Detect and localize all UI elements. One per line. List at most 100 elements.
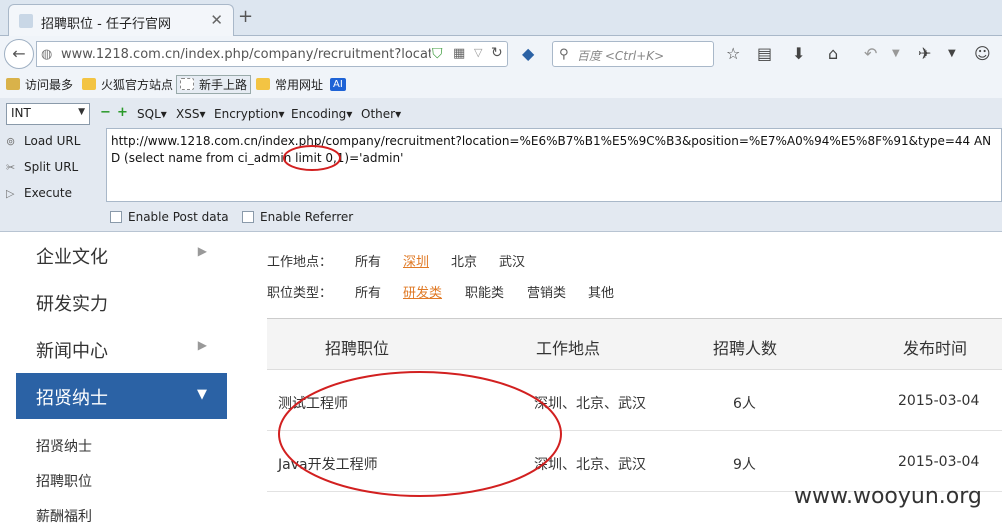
checkbox-label: Enable Referrer [260, 210, 354, 224]
sidebar-item-label: 研发实力 [36, 294, 108, 315]
column-header-position: 招聘职位 [325, 339, 390, 358]
shield-icon[interactable]: ⛉ [432, 46, 443, 62]
bookmark-most-visited[interactable]: 访问最多 [6, 76, 73, 93]
cell-position[interactable]: 测试工程师 [278, 393, 348, 413]
enable-post-checkbox[interactable]: Enable Post data [110, 210, 229, 224]
cell-location: 深圳、北京、武汉 [534, 396, 646, 412]
bookmark-getting-started[interactable]: 新手上路 [176, 75, 252, 94]
close-tab-icon[interactable]: ✕ [210, 11, 223, 29]
column-header-date: 发布时间 [903, 339, 968, 358]
chevron-right-icon: ▶ [197, 338, 207, 352]
type-select[interactable]: INT ▼ [6, 103, 90, 125]
bookmark-firefox-site[interactable]: 火狐官方站点 [82, 76, 173, 93]
folder-icon [256, 78, 270, 90]
bookmarks-bar: 访问最多 火狐官方站点 新手上路 常用网址 AI [0, 72, 1002, 98]
sidebar-item-label: 招贤纳士 [36, 388, 108, 409]
table-row[interactable]: 测试工程师 深圳、北京、武汉 6人 2015-03-04 [267, 371, 1002, 431]
filter-type-other[interactable]: 其他 [588, 282, 614, 301]
cell-count: 9人 [733, 457, 756, 473]
load-icon: ⊚ [6, 135, 16, 148]
home-icon[interactable]: ⌂ [828, 44, 838, 63]
menu-label: Other [361, 107, 396, 121]
undo-icon[interactable]: ↶ [864, 44, 877, 63]
filter-type-function[interactable]: 职能类 [465, 282, 504, 301]
sidebar-subitem-benefits[interactable]: 薪酬福利 [36, 506, 92, 524]
globe-icon: ◍ [41, 47, 53, 62]
bookmark-icon [6, 78, 20, 90]
sidebar-subitem-careers[interactable]: 招贤纳士 [36, 436, 92, 456]
search-placeholder: 百度 <Ctrl+K> [577, 49, 665, 63]
bookmark-label: 访问最多 [25, 78, 74, 92]
menu-label: XSS [176, 107, 200, 121]
reading-list-icon[interactable]: ▤ [757, 44, 772, 63]
sidebar-item-rnd[interactable]: 研发实力 [16, 279, 227, 325]
cell-date: 2015-03-04 [898, 454, 980, 470]
undo-dropdown-icon[interactable]: ▼ [892, 48, 900, 59]
menu-label: Encoding [291, 107, 347, 121]
filter-location-all[interactable]: 所有 [355, 251, 381, 270]
minus-icon[interactable]: − [100, 105, 111, 120]
new-tab-icon[interactable]: + [238, 6, 253, 27]
hackbar-toolbar: INT ▼ − + SQL▾ XSS▾ Encryption▾ Encoding… [0, 101, 1002, 125]
bookmark-common-sites[interactable]: 常用网址 [256, 76, 323, 93]
menu-other[interactable]: Other▾ [361, 107, 401, 121]
navigation-bar: ← ◍ www.1218.com.cn/index.php/company/re… [0, 36, 1002, 72]
web-page: 企业文化 ▶ 研发实力 新闻中心 ▶ 招贤纳士 ▼ 招贤纳士 招聘职位 薪酬福利… [0, 232, 1002, 524]
star-icon[interactable]: ☆ [726, 44, 740, 63]
chevron-right-icon: ▶ [197, 244, 207, 258]
play-icon: ▷ [6, 187, 15, 200]
filter-type-label: 职位类型： [267, 286, 333, 301]
bookmark-label: 常用网址 [275, 78, 324, 92]
sidebar-item-label: 新闻中心 [36, 341, 108, 362]
menu-label: Encryption [214, 107, 279, 121]
download-icon[interactable]: ⬇ [792, 44, 805, 63]
filter-type-rnd[interactable]: 研发类 [403, 282, 442, 301]
menu-sql[interactable]: SQL▾ [137, 107, 167, 121]
url-textarea[interactable]: http://www.1218.com.cn/index.php/company… [106, 128, 1002, 202]
chevron-down-icon: ▼ [78, 107, 85, 117]
checkbox-box [110, 211, 122, 223]
bookmark-label: 新手上路 [199, 78, 248, 92]
filter-location-wuhan[interactable]: 武汉 [499, 251, 525, 270]
sidebar-item-careers[interactable]: 招贤纳士 ▼ [16, 373, 227, 419]
back-arrow-icon[interactable]: ← [4, 39, 34, 69]
hackbar-panel: INT ▼ − + SQL▾ XSS▾ Encryption▾ Encoding… [0, 98, 1002, 232]
folder-icon [82, 78, 96, 90]
url-text[interactable]: www.1218.com.cn/index.php/company/recrui… [61, 47, 431, 62]
filter-type-all[interactable]: 所有 [355, 282, 381, 301]
cell-date: 2015-03-04 [898, 393, 980, 409]
table-row[interactable]: Java开发工程师 深圳、北京、武汉 9人 2015-03-04 [267, 432, 1002, 492]
menu-dropdown-icon[interactable]: ▼ [948, 48, 956, 59]
chat-icon[interactable]: ☺ [974, 44, 991, 63]
menu-encoding[interactable]: Encoding▾ [291, 107, 352, 121]
load-url-button[interactable]: ⊚ Load URL [6, 134, 80, 148]
menu-encryption[interactable]: Encryption▾ [214, 107, 284, 121]
load-url-label: Load URL [24, 134, 81, 148]
enable-referrer-checkbox[interactable]: Enable Referrer [242, 210, 353, 224]
split-url-button[interactable]: ✂ Split URL [6, 160, 78, 174]
page-icon [180, 78, 194, 90]
bookmark-ai[interactable]: AI [330, 76, 346, 91]
filter-type-marketing[interactable]: 营销类 [527, 282, 566, 301]
reload-icon[interactable]: ↻ [491, 45, 503, 61]
filter-location-label: 工作地点： [267, 255, 333, 270]
url-bar[interactable]: ◍ www.1218.com.cn/index.php/company/recr… [36, 41, 508, 67]
execute-label: Execute [24, 186, 72, 200]
plus-icon[interactable]: + [117, 105, 128, 120]
search-box[interactable]: ⚲ 百度 <Ctrl+K> [552, 41, 714, 67]
plane-icon[interactable]: ✈ [918, 44, 931, 63]
sidebar: 企业文化 ▶ 研发实力 新闻中心 ▶ 招贤纳士 ▼ 招贤纳士 招聘职位 薪酬福利 [16, 232, 227, 524]
browser-tab[interactable]: 招聘职位 - 任子行官网 ✕ [8, 4, 234, 37]
dropdown-icon[interactable]: ▽ [474, 46, 482, 59]
bookmark-label: 火狐官方站点 [101, 78, 174, 92]
sidebar-subitem-positions[interactable]: 招聘职位 [36, 471, 92, 491]
bookmark-tag-icon[interactable]: ◆ [522, 44, 534, 63]
filter-location-shenzhen[interactable]: 深圳 [403, 251, 429, 270]
sidebar-item-culture[interactable]: 企业文化 ▶ [16, 232, 227, 278]
sidebar-item-news[interactable]: 新闻中心 ▶ [16, 326, 227, 372]
cell-position[interactable]: Java开发工程师 [278, 454, 378, 474]
execute-button[interactable]: ▷ Execute [6, 186, 72, 200]
qr-code-icon[interactable]: ▦ [453, 46, 465, 61]
filter-location-beijing[interactable]: 北京 [451, 251, 477, 270]
menu-xss[interactable]: XSS▾ [176, 107, 206, 121]
